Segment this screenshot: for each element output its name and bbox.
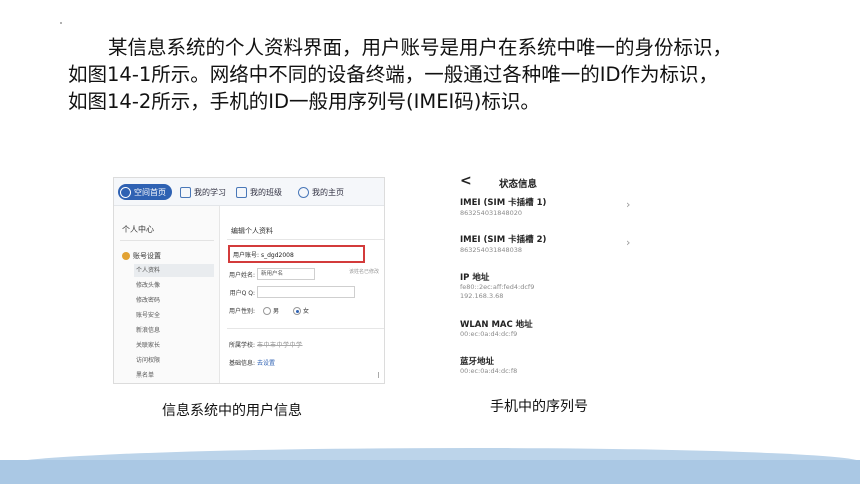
ip-value-v6: fe80::2ec:aff:fed4:dcf9 <box>460 283 535 291</box>
ip-label: IP 地址 <box>460 273 490 283</box>
sidebar-heading: 个人中心 <box>122 225 154 234</box>
qq-row: 用户Q Q: <box>221 286 355 298</box>
imei1-label: IMEI (SIM 卡插槽 1) <box>460 198 547 208</box>
school-row: 所属学校: 市中市中学中学 <box>228 342 303 349</box>
school-value: 市中市中学中学 <box>257 342 303 349</box>
wlan-mac-label: WLAN MAC 地址 <box>460 320 533 330</box>
gender-row: 用户性别: 男 女 <box>228 306 310 315</box>
phone-status-screenshot: < 状态信息 IMEI (SIM 卡插槽 1) 863254031848020 … <box>452 170 652 385</box>
bluetooth-value: 00:ec:0a:d4:dc:f8 <box>460 367 518 375</box>
user-icon <box>120 186 131 198</box>
decor-dot <box>60 22 62 24</box>
caption-right: 手机中的序列号 <box>490 399 588 415</box>
back-icon[interactable]: < <box>460 173 472 189</box>
form-title: 编辑个人资料 <box>231 227 273 235</box>
sidebar-item-password[interactable]: 修改密码 <box>134 294 214 307</box>
tab-my-class[interactable]: 我的班级 <box>236 184 282 200</box>
account-row: 用户账号: s_dgd2008 <box>233 252 294 259</box>
sidebar-item-weibo[interactable]: 新浪信息 <box>134 324 214 337</box>
sidebar-item-access[interactable]: 访问权限 <box>134 354 214 367</box>
wlan-mac-value: 00:ec:0a:d4:dc:f9 <box>460 330 518 338</box>
gear-icon <box>122 252 130 260</box>
sidebar-group-account[interactable]: 账号设置 <box>122 251 161 261</box>
gender-female-radio[interactable] <box>293 306 302 315</box>
name-note: 该姓名已修改 <box>349 269 380 275</box>
intro-paragraph: 某信息系统的个人资料界面，用户账号是用户在系统中唯一的身份标识， 如图14-1所… <box>68 34 808 115</box>
class-icon <box>236 186 247 198</box>
sidebar-item-avatar[interactable]: 修改头像 <box>134 279 214 292</box>
top-nav-bar: 空间首页 我的学习 我的班级 我的主页 <box>114 178 384 206</box>
scroll-mark <box>378 372 382 378</box>
sidebar-item-parents[interactable]: 关联家长 <box>134 339 214 352</box>
book-icon <box>180 186 191 198</box>
name-input[interactable]: 新用户名 <box>257 268 315 280</box>
sidebar-item-blacklist[interactable]: 黑名单 <box>134 369 214 382</box>
profile-form: 编辑个人资料 用户账号: s_dgd2008 用户姓名: 新用户名 该姓名已修改… <box>221 206 384 383</box>
imei2-value: 863254031848038 <box>460 246 523 254</box>
chevron-right-icon[interactable]: › <box>626 236 630 249</box>
caption-left: 信息系统中的用户信息 <box>162 403 302 419</box>
gender-male-radio[interactable] <box>263 306 271 315</box>
sidebar-item-profile[interactable]: 个人资料 <box>134 264 214 277</box>
divider <box>227 239 384 240</box>
sidebar: 个人中心 账号设置 个人资料 修改头像 修改密码 账号安全 新浪信息 关联家长 … <box>114 206 220 383</box>
paragraph-line-3: 如图14-2所示，手机的ID一般用序列号(IMEI码)标识。 <box>68 90 540 113</box>
name-row: 用户姓名: 新用户名 <box>221 268 315 280</box>
tab-my-homepage[interactable]: 我的主页 <box>298 184 344 200</box>
sidebar-item-security[interactable]: 账号安全 <box>134 309 214 322</box>
paragraph-line-1: 某信息系统的个人资料界面，用户账号是用户在系统中唯一的身份标识， <box>108 36 733 59</box>
account-value: s_dgd2008 <box>260 252 294 259</box>
chevron-right-icon[interactable]: › <box>626 198 630 211</box>
basic-info-link[interactable]: 去设置 <box>257 358 275 367</box>
profile-screenshot: 空间首页 我的学习 我的班级 我的主页 个人中心 账号设置 个人资料 修改头像 … <box>113 177 385 384</box>
footer-band <box>0 460 860 484</box>
qq-input[interactable] <box>257 286 355 298</box>
tab-space-home[interactable]: 空间首页 <box>118 184 172 200</box>
imei1-value: 863254031848020 <box>460 209 523 217</box>
divider <box>120 240 214 241</box>
bluetooth-label: 蓝牙地址 <box>460 357 495 367</box>
paragraph-line-2: 如图14-1所示。网络中不同的设备终端，一般通过各种唯一的ID作为标识， <box>68 63 719 86</box>
divider <box>227 328 384 329</box>
ip-value-v4: 192.168.3.68 <box>460 292 504 300</box>
home-icon <box>298 186 309 198</box>
basic-info-row: 基础信息: 去设置 <box>228 358 276 367</box>
phone-screen-title: 状态信息 <box>499 179 538 190</box>
imei2-label: IMEI (SIM 卡插槽 2) <box>460 235 547 245</box>
tab-my-study[interactable]: 我的学习 <box>180 184 226 200</box>
